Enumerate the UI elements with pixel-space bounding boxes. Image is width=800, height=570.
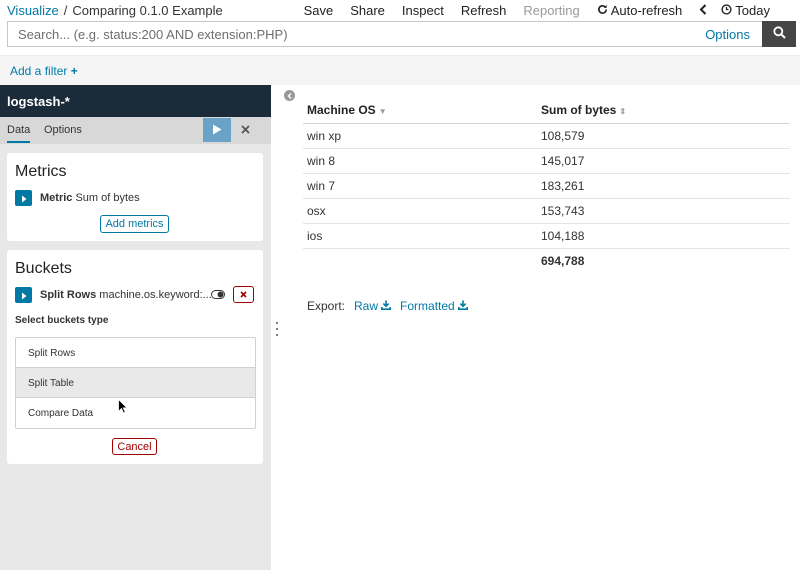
bucket-agg-type: Split Rows xyxy=(40,289,97,301)
select-buckets-type-label: Select buckets type xyxy=(15,315,109,326)
export-label: Export: xyxy=(307,299,346,313)
export-controls: Export: Raw Formatted xyxy=(307,299,468,313)
breadcrumb: Visualize / Comparing 0.1.0 Example xyxy=(7,3,223,18)
bucket-expand-toggle[interactable] xyxy=(15,287,32,303)
search-input[interactable]: Search... (e.g. status:200 AND extension… xyxy=(7,21,762,47)
table-cell: 145,017 xyxy=(537,148,790,174)
filter-bar: Add a filter + xyxy=(0,55,800,85)
close-icon xyxy=(240,289,247,301)
sidebar-tabs: Data Options xyxy=(0,117,271,144)
caret-right-icon xyxy=(21,288,27,303)
apply-changes-button[interactable] xyxy=(203,118,231,142)
metrics-panel: Metrics Metric Sum of bytes Add metrics xyxy=(7,153,263,241)
discard-changes-button[interactable] xyxy=(232,118,258,142)
table-row: ios 104,188 xyxy=(303,223,790,249)
sort-icon: ⇕ xyxy=(619,107,627,117)
export-formatted-label: Formatted xyxy=(400,299,455,313)
table-total-row: 694,788 xyxy=(303,248,790,273)
breadcrumb-current: Comparing 0.1.0 Example xyxy=(72,3,223,18)
metric-agg-desc: Sum of bytes xyxy=(75,192,140,204)
table-row: osx 153,743 xyxy=(303,198,790,224)
table-cell: 108,579 xyxy=(537,123,790,149)
column-header-machine-os[interactable]: Machine OS ▼ xyxy=(303,98,537,124)
cancel-button[interactable]: Cancel xyxy=(112,438,157,455)
tab-data[interactable]: Data xyxy=(7,124,31,143)
bucket-agg-desc: machine.os.keyword:... xyxy=(99,289,212,301)
time-picker-label: Today xyxy=(735,3,770,18)
clock-icon xyxy=(721,3,732,18)
bucket-type-list: Split Rows Split Table Compare Data xyxy=(15,337,256,429)
add-filter-button[interactable]: Add a filter + xyxy=(10,64,78,78)
auto-refresh-label: Auto-refresh xyxy=(610,3,683,18)
time-picker-button[interactable]: Today xyxy=(721,3,770,18)
mouse-cursor-icon xyxy=(118,398,128,417)
export-raw-label: Raw xyxy=(354,299,379,313)
column-header-label: Sum of bytes xyxy=(541,103,617,118)
column-header-label: Machine OS xyxy=(307,103,376,118)
auto-refresh-button[interactable]: Auto-refresh xyxy=(597,3,683,18)
top-nav-menu: Save Share Inspect Refresh Reporting Aut… xyxy=(304,3,800,18)
toggle-icon[interactable] xyxy=(208,286,228,302)
refresh-button[interactable]: Refresh xyxy=(461,3,507,18)
table-cell: 183,261 xyxy=(537,173,790,199)
search-placeholder: Search... (e.g. status:200 AND extension… xyxy=(18,26,288,42)
index-pattern-title: logstash-* xyxy=(0,85,271,117)
search-icon xyxy=(772,26,786,42)
search-options-button[interactable]: Options xyxy=(705,27,750,42)
table-row: win 8 145,017 xyxy=(303,148,790,174)
play-icon xyxy=(212,123,222,138)
table-row: win 7 183,261 xyxy=(303,173,790,199)
bucket-agg-label: Split Rows machine.os.keyword:... xyxy=(40,289,212,301)
table-header-row: Machine OS ▼ Sum of bytes ⇕ xyxy=(303,98,790,124)
reporting-button[interactable]: Reporting xyxy=(523,3,579,18)
inspect-button[interactable]: Inspect xyxy=(402,3,444,18)
table-cell: ios xyxy=(303,223,537,249)
table-total-value: 694,788 xyxy=(541,253,585,268)
top-nav-bar: Visualize / Comparing 0.1.0 Example Save S… xyxy=(0,0,800,22)
bucket-type-compare-data[interactable]: Compare Data xyxy=(16,398,255,428)
column-header-sum-of-bytes[interactable]: Sum of bytes ⇕ xyxy=(537,98,790,124)
export-raw-button[interactable]: Raw xyxy=(354,299,392,313)
metric-expand-toggle[interactable] xyxy=(15,190,32,206)
chevron-left-icon[interactable] xyxy=(699,3,707,18)
metrics-title: Metrics xyxy=(15,163,67,180)
breadcrumb-visualize-link[interactable]: Visualize xyxy=(7,3,59,18)
tab-options[interactable]: Options xyxy=(44,124,82,136)
search-submit-button[interactable] xyxy=(762,21,796,47)
close-icon xyxy=(240,123,250,137)
table-cell: osx xyxy=(303,198,537,224)
add-filter-label: Add a filter xyxy=(10,64,68,78)
download-icon xyxy=(455,299,468,313)
refresh-icon xyxy=(597,3,608,18)
table-cell: win 7 xyxy=(303,173,537,199)
search-bar: Search... (e.g. status:200 AND extension… xyxy=(7,21,796,47)
plus-icon: + xyxy=(70,64,78,78)
remove-bucket-button[interactable] xyxy=(233,286,254,303)
save-button[interactable]: Save xyxy=(304,3,334,18)
export-formatted-button[interactable]: Formatted xyxy=(400,299,468,313)
bucket-type-split-rows[interactable]: Split Rows xyxy=(16,338,255,368)
share-button[interactable]: Share xyxy=(350,3,385,18)
download-icon xyxy=(378,299,392,313)
table-cell: 104,188 xyxy=(537,223,790,249)
buckets-panel: Buckets Split Rows machine.os.keyword:..… xyxy=(7,250,263,464)
add-metrics-button[interactable]: Add metrics xyxy=(100,215,169,233)
sort-down-icon: ▼ xyxy=(378,107,387,117)
caret-right-icon xyxy=(21,191,27,206)
metric-agg-label: Metric Sum of bytes xyxy=(40,192,140,204)
panel-resizer-handle[interactable] xyxy=(275,322,279,336)
breadcrumb-separator: / xyxy=(63,3,68,18)
collapse-sidebar-icon[interactable] xyxy=(284,90,295,101)
buckets-title: Buckets xyxy=(15,260,72,277)
table-cell: 153,743 xyxy=(537,198,790,224)
bucket-type-split-table[interactable]: Split Table xyxy=(16,368,255,398)
table-cell xyxy=(303,248,537,273)
editor-sidebar: logstash-* Data Options Metrics Metric S… xyxy=(0,85,271,570)
data-table: Machine OS ▼ Sum of bytes ⇕ win xp 108,579 … xyxy=(303,98,790,273)
table-cell: win 8 xyxy=(303,148,537,174)
table-cell: win xp xyxy=(303,123,537,149)
metric-agg-type: Metric xyxy=(40,192,73,204)
table-row: win xp 108,579 xyxy=(303,123,790,149)
